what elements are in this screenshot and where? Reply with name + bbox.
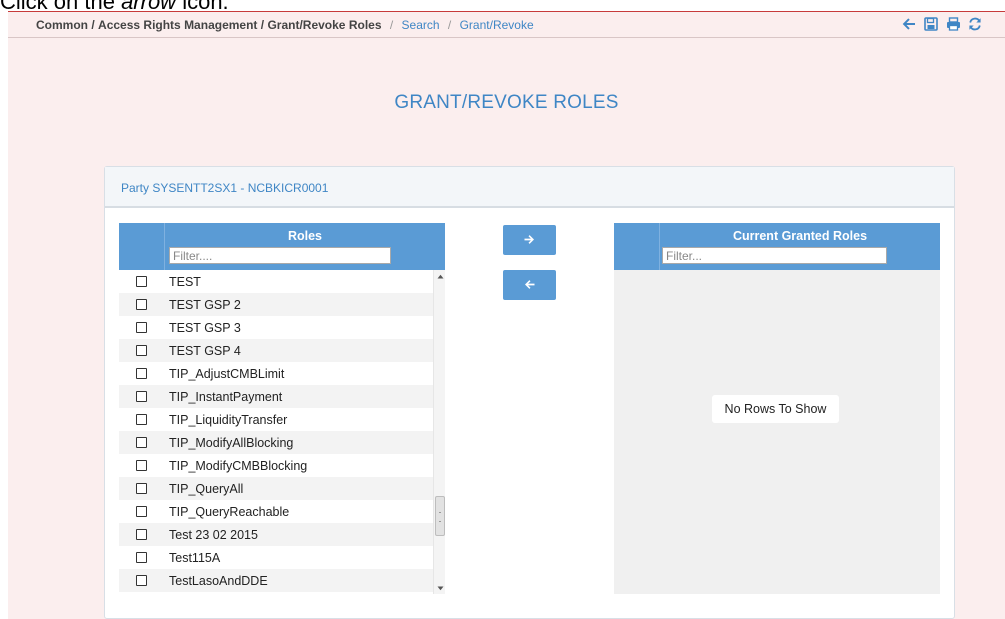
row-checkbox[interactable] bbox=[136, 437, 147, 448]
role-name: TIP_ModifyCMBBlocking bbox=[169, 459, 308, 473]
roles-grid: Roles TEST TEST GSP 2 TEST GSP 3 TEST GSP 4… bbox=[119, 223, 445, 594]
row-checkbox[interactable] bbox=[136, 483, 147, 494]
table-row[interactable]: TEST GSP 3 bbox=[119, 316, 433, 339]
row-checkbox[interactable] bbox=[136, 460, 147, 471]
granted-grid-header: Current Granted Roles bbox=[614, 223, 940, 270]
breadcrumb-link-grant-revoke[interactable]: Grant/Revoke bbox=[460, 18, 534, 32]
roles-filter-input[interactable] bbox=[169, 247, 391, 264]
breadcrumb-bar: Common / Access Rights Management / Gran… bbox=[8, 12, 1005, 38]
row-checkbox[interactable] bbox=[136, 575, 147, 586]
granted-roles-grid: Current Granted Roles No Rows To Show bbox=[614, 223, 940, 594]
party-label: Party SYSENTT2SX1 - NCBKICR0001 bbox=[121, 181, 329, 195]
granted-grid-body: No Rows To Show bbox=[614, 270, 940, 594]
granted-roles-column-header: Current Granted Roles bbox=[732, 229, 868, 243]
row-checkbox[interactable] bbox=[136, 276, 147, 287]
table-row[interactable]: TIP_AdjustCMBLimit bbox=[119, 362, 433, 385]
revoke-role-button[interactable] bbox=[503, 270, 556, 300]
breadcrumb-separator: / bbox=[389, 18, 394, 32]
panel-header: Party SYSENTT2SX1 - NCBKICR0001 bbox=[105, 167, 954, 208]
grant-role-button[interactable] bbox=[503, 225, 556, 255]
print-icon[interactable] bbox=[945, 16, 961, 32]
breadcrumb-separator: / bbox=[91, 18, 95, 32]
role-name: TEST GSP 4 bbox=[169, 344, 241, 358]
table-row[interactable]: TestLasoAndDDE bbox=[119, 569, 433, 592]
breadcrumb-separator: / bbox=[447, 18, 452, 32]
scrollbar-thumb[interactable] bbox=[435, 496, 445, 536]
arrow-left-icon bbox=[524, 278, 535, 293]
row-checkbox[interactable] bbox=[136, 299, 147, 310]
table-row[interactable]: TIP_InstantPayment bbox=[119, 385, 433, 408]
table-row[interactable]: TEST bbox=[119, 270, 433, 293]
breadcrumb-separator: / bbox=[260, 18, 265, 32]
table-row[interactable]: TIP_LiquidityTransfer bbox=[119, 408, 433, 431]
role-name: TEST GSP 2 bbox=[169, 298, 241, 312]
scroll-down-arrow-icon[interactable] bbox=[434, 582, 446, 594]
role-name: Test115A bbox=[169, 551, 221, 565]
row-checkbox[interactable] bbox=[136, 345, 147, 356]
roles-rows: TEST TEST GSP 2 TEST GSP 3 TEST GSP 4 TIP_Ad… bbox=[119, 270, 433, 594]
table-row[interactable]: TEST GSP 4 bbox=[119, 339, 433, 362]
table-row[interactable]: TIP_QueryReachable bbox=[119, 500, 433, 523]
toolbar bbox=[901, 16, 983, 32]
row-checkbox[interactable] bbox=[136, 552, 147, 563]
row-checkbox[interactable] bbox=[136, 414, 147, 425]
role-name: TIP_LiquidityTransfer bbox=[169, 413, 288, 427]
role-name: TIP_InstantPayment bbox=[169, 390, 283, 404]
refresh-icon[interactable] bbox=[967, 16, 983, 32]
role-name: TEST GSP 3 bbox=[169, 321, 241, 335]
row-checkbox[interactable] bbox=[136, 322, 147, 333]
role-name: TIP_QueryAll bbox=[169, 482, 244, 496]
breadcrumb-item-grant-revoke-roles: Grant/Revoke Roles bbox=[267, 18, 382, 32]
save-icon[interactable] bbox=[923, 16, 939, 32]
role-name: TestLasoAndDDE bbox=[169, 574, 268, 588]
role-name: TIP_ModifyAllBlocking bbox=[169, 436, 294, 450]
grant-revoke-panel: Party SYSENTT2SX1 - NCBKICR0001 Roles TE… bbox=[104, 166, 955, 619]
row-checkbox[interactable] bbox=[136, 529, 147, 540]
back-arrow-icon[interactable] bbox=[901, 16, 917, 32]
breadcrumb-item-access-rights: Access Rights Management bbox=[98, 18, 258, 32]
role-name: TEST bbox=[169, 275, 201, 289]
arrow-right-icon bbox=[524, 233, 535, 248]
page-title: GRANT/REVOKE ROLES bbox=[394, 92, 619, 113]
role-name: TIP_QueryReachable bbox=[169, 505, 290, 519]
roles-column-header: Roles bbox=[287, 229, 323, 243]
select-column-header bbox=[119, 223, 165, 270]
row-checkbox[interactable] bbox=[136, 506, 147, 517]
table-row[interactable]: Test115A bbox=[119, 546, 433, 569]
roles-grid-header: Roles bbox=[119, 223, 445, 270]
breadcrumb: Common / Access Rights Management / Gran… bbox=[36, 18, 534, 32]
table-row[interactable]: Test 23 02 2015 bbox=[119, 523, 433, 546]
roles-scrollbar[interactable] bbox=[433, 270, 445, 594]
breadcrumb-item-common: Common bbox=[36, 18, 88, 32]
scroll-up-arrow-icon[interactable] bbox=[434, 270, 446, 282]
row-checkbox[interactable] bbox=[136, 368, 147, 379]
table-row[interactable]: TIP_ModifyAllBlocking bbox=[119, 431, 433, 454]
table-row[interactable]: TIP_ModifyCMBBlocking bbox=[119, 454, 433, 477]
table-row[interactable]: TEST GSP 2 bbox=[119, 293, 433, 316]
granted-filter-input[interactable] bbox=[662, 247, 887, 264]
breadcrumb-link-search[interactable]: Search bbox=[402, 18, 440, 32]
role-name: TIP_AdjustCMBLimit bbox=[169, 367, 285, 381]
no-rows-message: No Rows To Show bbox=[712, 395, 839, 423]
role-name: Test 23 02 2015 bbox=[169, 528, 258, 542]
granted-select-column-header bbox=[614, 223, 660, 270]
app-window: Common / Access Rights Management / Gran… bbox=[8, 11, 1005, 619]
table-row[interactable]: TIP_QueryAll bbox=[119, 477, 433, 500]
row-checkbox[interactable] bbox=[136, 391, 147, 402]
